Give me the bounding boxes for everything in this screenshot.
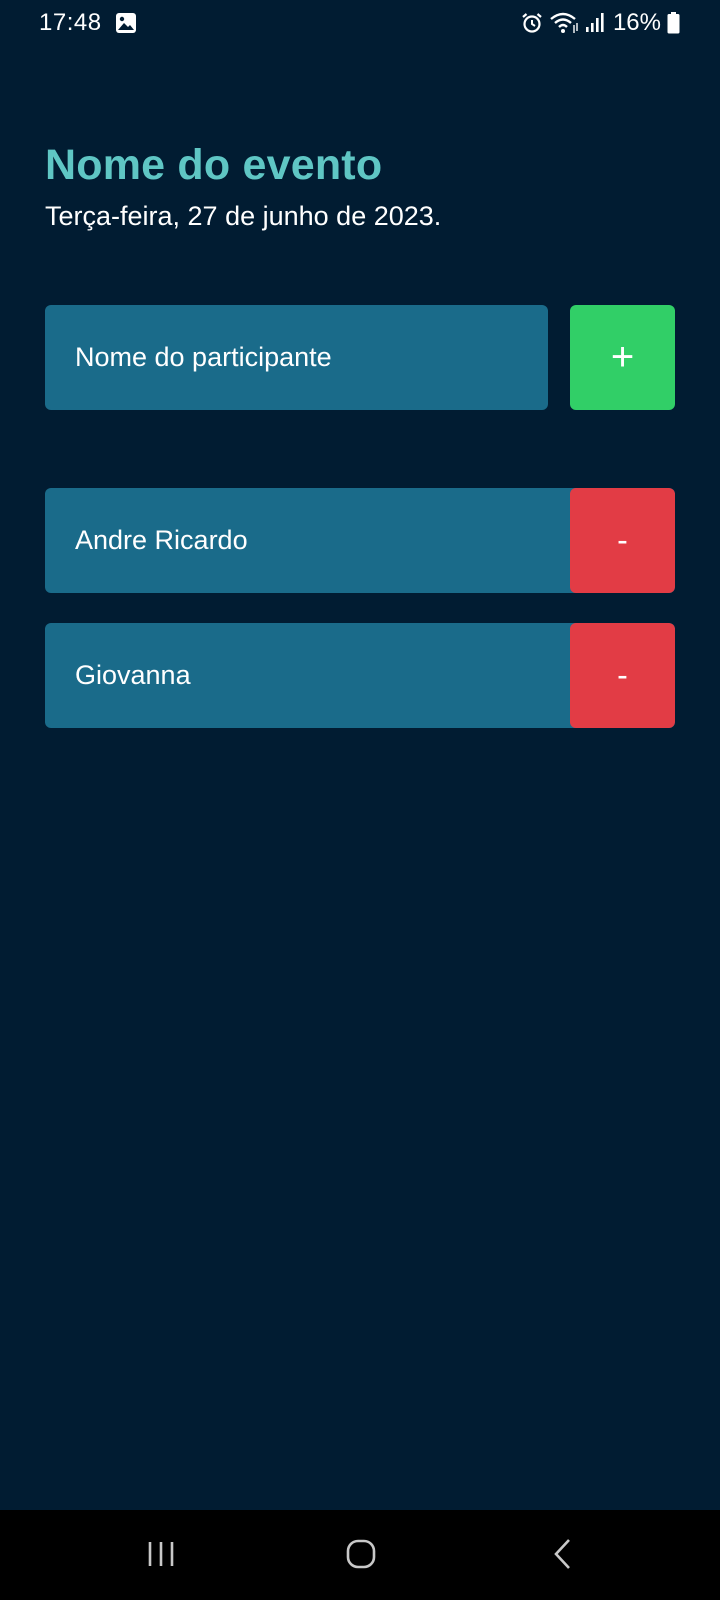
participant-card: Andre Ricardo - xyxy=(45,488,675,593)
app-screen: 17:48 16% Nome do evento Terça-feira, 27… xyxy=(0,0,720,1600)
home-button[interactable] xyxy=(336,1532,386,1576)
status-time: 17:48 xyxy=(39,9,102,36)
navigation-bar xyxy=(0,1510,720,1600)
status-bar: 17:48 16% xyxy=(0,0,720,48)
home-icon xyxy=(346,1539,376,1569)
plus-icon: + xyxy=(610,335,635,379)
signal-icon xyxy=(585,13,604,32)
minus-icon: - xyxy=(617,522,628,558)
battery-percentage: 16% xyxy=(612,9,661,36)
minus-icon: - xyxy=(617,657,628,693)
recent-apps-icon xyxy=(148,1542,174,1566)
participant-card: Giovanna - xyxy=(45,623,675,728)
event-title: Nome do evento xyxy=(45,141,383,189)
participant-name: Andre Ricardo xyxy=(75,525,248,555)
participant-name-input[interactable] xyxy=(45,305,548,410)
participant-name: Giovanna xyxy=(75,660,191,690)
back-icon xyxy=(554,1539,570,1569)
alarm-icon xyxy=(522,13,542,33)
wifi-icon xyxy=(550,12,578,33)
remove-participant-button[interactable]: - xyxy=(570,623,675,728)
back-button[interactable] xyxy=(538,1532,588,1576)
status-icons: 16% xyxy=(521,9,680,37)
recent-apps-button[interactable] xyxy=(136,1532,186,1576)
event-date: Terça-feira, 27 de junho de 2023. xyxy=(45,201,442,231)
add-participant-button[interactable]: + xyxy=(570,305,675,410)
participant-list: Andre Ricardo - Giovanna - xyxy=(45,488,675,758)
remove-participant-button[interactable]: - xyxy=(570,488,675,593)
gallery-icon xyxy=(116,13,136,33)
battery-icon xyxy=(667,12,680,34)
